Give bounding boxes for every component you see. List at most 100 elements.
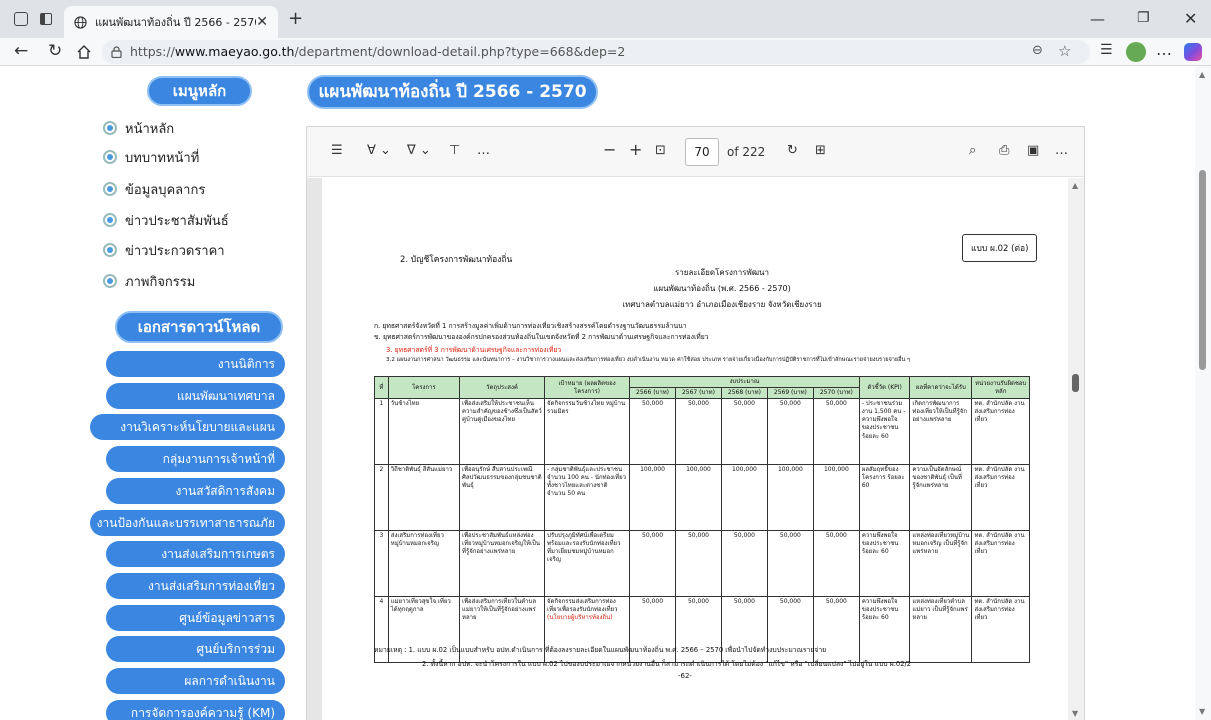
text-icon[interactable]: ⊤ [449,143,460,158]
pdf-page: แบบ ผ.02 (ต่อ) 2. บัญชีโครงการพัฒนาท้องถ… [322,178,1068,720]
back-icon[interactable]: ← [14,41,28,61]
minimize-icon[interactable]: — [1090,10,1105,28]
url-path: /department/download-detail.php?type=668… [294,44,626,59]
close-window-icon[interactable]: ✕ [1184,9,1197,28]
menu-item-label: บทบาทหน้าที่ [125,150,200,166]
col-project: โครงการ [387,375,461,400]
table-cell-target: - กลุ่มชาติพันธุ์และประชาชน จำนวน 100 คน… [544,464,631,532]
pdf-scroll-thumb[interactable] [1072,374,1079,392]
table-cell-y3: 50,000 [720,398,768,466]
new-tab-icon[interactable]: + [288,8,303,29]
table-cell-y4: 50,000 [766,530,814,598]
save-icon[interactable]: ▣ [1027,143,1039,158]
highlight-icon[interactable]: ∇ ⌄ [407,143,431,158]
more-icon[interactable]: … [1156,40,1172,59]
favorites-icon[interactable]: ☰ [1100,42,1113,58]
table-cell-result: เกิดการพัฒนาการท่องเที่ยวให้เป็นที่รู้จั… [909,398,973,466]
menu-item-label: หน้าหลัก [125,121,175,137]
scroll-up-icon[interactable]: ▲ [1072,181,1078,190]
page-scroll-thumb[interactable] [1199,170,1206,370]
table-cell-agency: ทต. สำนักปลัด งานส่งเสริมการท่องเที่ยว [971,464,1030,532]
download-link[interactable]: แผนพัฒนาเทศบาล [106,382,285,409]
contents-icon[interactable]: ☰ [331,143,343,158]
sidebar-menu-item[interactable]: ข่าวประกวดราคา [103,240,225,260]
pdf-more-icon[interactable]: … [1055,143,1068,158]
download-link[interactable]: ศูนย์บริการร่วม [106,636,285,663]
radio-bullet-icon [103,121,117,135]
lock-icon[interactable] [111,46,122,58]
page-title: แผนพัฒนาท้องถิ่น ปี 2566 - 2570 [307,75,598,109]
page-scroll-down-icon[interactable]: ▼ [1199,707,1205,716]
download-link[interactable]: กลุ่มงานการเจ้าหน้าที่ [106,446,285,473]
table-cell-y1: 50,000 [629,530,676,598]
table-cell-no: 1 [374,398,389,466]
download-link[interactable]: งานป้องกันและบรรเทาสาธารณภัย [90,509,285,536]
pdf-toolbar: ☰ ∀ ⌄ ∇ ⌄ ⊤ … − + ⊡ 70 of 222 ↻ ⊞ ⌕ ⎙ ▣ … [307,127,1084,177]
zoom-out-icon[interactable]: − [603,140,616,159]
toolbar-more-icon[interactable]: … [477,143,490,158]
sidebar-menu-item[interactable]: ข่าวประชาสัมพันธ์ [103,210,229,230]
strategy-b: ข. ยุทธศาสตร์การพัฒนาขององค์กรปกครองส่วน… [374,333,709,341]
draw-icon[interactable]: ∀ ⌄ [367,143,391,158]
sidebar-menu-item[interactable]: ภาพกิจกรรม [103,271,195,291]
table-cell-result: ความเป็นอัตลักษณ์ของชาติพันธุ์ เป็นที่รู… [909,464,973,532]
copilot-icon[interactable] [1184,43,1202,61]
download-link[interactable]: งานวิเคราะห์นโยบายและแผน [90,414,285,441]
strategy-a: ก. ยุทธศาสตร์จังหวัดที่ 1 การสร้างมูลค่า… [374,322,687,330]
profile-avatar[interactable] [1126,42,1146,62]
sidebar-menu-item[interactable]: หน้าหลัก [103,118,174,138]
restore-icon[interactable]: ❐ [1137,10,1150,26]
address-bar[interactable]: https://www.maeyao.go.th/department/down… [102,40,1090,64]
search-icon[interactable]: ⌕ [969,143,976,158]
table-cell-y5: 100,000 [812,464,860,532]
download-link[interactable]: ผลการดำเนินงาน [106,668,285,694]
workspaces-icon[interactable] [14,12,28,26]
tab-title: แผนพัฒนาท้องถิ่น ปี 2566 - 2570 [95,16,257,29]
download-link[interactable]: งานส่งเสริมการเกษตร [106,541,285,568]
table-cell-target: จัดกิจกรรมวันช้างไทย หมู่บ้านรวมมิตร [544,398,631,466]
fit-page-icon[interactable]: ⊡ [655,143,666,158]
target-note: (นโยบายผู้บริหารท้องถิ่น) [547,614,613,622]
col-year: 2570 (บาท) [812,387,860,400]
table-cell-y1: 50,000 [629,398,676,466]
print-icon[interactable]: ⎙ [999,143,1009,158]
zoom-icon[interactable]: ⊖ [1032,43,1043,58]
radio-bullet-icon [103,243,117,257]
vertical-tabs-icon[interactable] [40,13,52,25]
col-year: 2569 (บาท) [766,387,814,400]
pdf-canvas: แบบ ผ.02 (ต่อ) 2. บัญชีโครงการพัฒนาท้องถ… [307,178,1084,720]
download-link[interactable]: งานส่งเสริมการท่องเที่ยว [106,572,285,599]
favorite-star-icon[interactable]: ☆ [1058,42,1071,60]
page-scrollbar[interactable]: ▲ ▼ [1195,66,1211,720]
scroll-down-icon[interactable]: ▼ [1072,709,1078,718]
target-text: - กลุ่มชาติพันธุ์และประชาชน จำนวน 100 คน… [547,466,626,498]
table-cell-agency: ทต. สำนักปลัด งานส่งเสริมการท่องเที่ยว [971,530,1030,598]
download-link[interactable]: งานสวัสดิการสังคม [106,477,285,504]
table-cell-y3: 50,000 [720,530,768,598]
project-table: ที่ โครงการ วัตถุประสงค์ เป้าหมาย (ผลผลิ… [374,375,1030,664]
pdf-scrollbar[interactable]: ▲ ▼ [1068,178,1084,720]
close-tab-icon[interactable]: ✕ [256,14,268,30]
table-cell-y5: 50,000 [812,530,860,598]
table-cell-kpi: - ประชาชนร่วมงาน 1,500 คน - ความพึงพอใจข… [858,398,911,466]
table-cell-kpi: ผลสัมฤทธิ์ของโครงการ ร้อยละ 60 [858,464,911,532]
download-link[interactable]: การจัดการองค์ความรู้ (KM) [106,699,285,720]
menu-item-label: ภาพกิจกรรม [125,274,196,290]
tab-bar: แผนพัฒนาท้องถิ่น ปี 2566 - 2570 ✕ + — ❐ … [0,0,1211,38]
sidebar-menu-item[interactable]: บทบาทหน้าที่ [103,147,199,167]
refresh-icon[interactable]: ↻ [48,41,62,61]
col-target: เป้าหมาย (ผลผลิตของโครงการ) [544,375,631,400]
table-cell-objective: เพื่อส่งเสริมให้ประชาชนเห็นความสำคัญของช… [459,398,546,466]
browser-tab-active[interactable]: แผนพัฒนาท้องถิ่น ปี 2566 - 2570 ✕ [64,6,278,38]
zoom-in-icon[interactable]: + [629,140,642,159]
rotate-icon[interactable]: ↻ [787,143,798,158]
page-scroll-up-icon[interactable]: ▲ [1199,70,1205,79]
home-icon[interactable] [76,44,92,60]
download-link[interactable]: ศูนย์ข้อมูลข่าวสาร [106,604,285,631]
page-number-input[interactable]: 70 [685,138,719,166]
page-view-icon[interactable]: ⊞ [815,143,826,158]
sidebar-menu-item[interactable]: ข้อมูลบุคลากร [103,179,205,199]
menu-item-label: ข้อมูลบุคลากร [125,182,206,198]
radio-bullet-icon [103,213,117,227]
download-link[interactable]: งานนิติการ [106,351,285,377]
